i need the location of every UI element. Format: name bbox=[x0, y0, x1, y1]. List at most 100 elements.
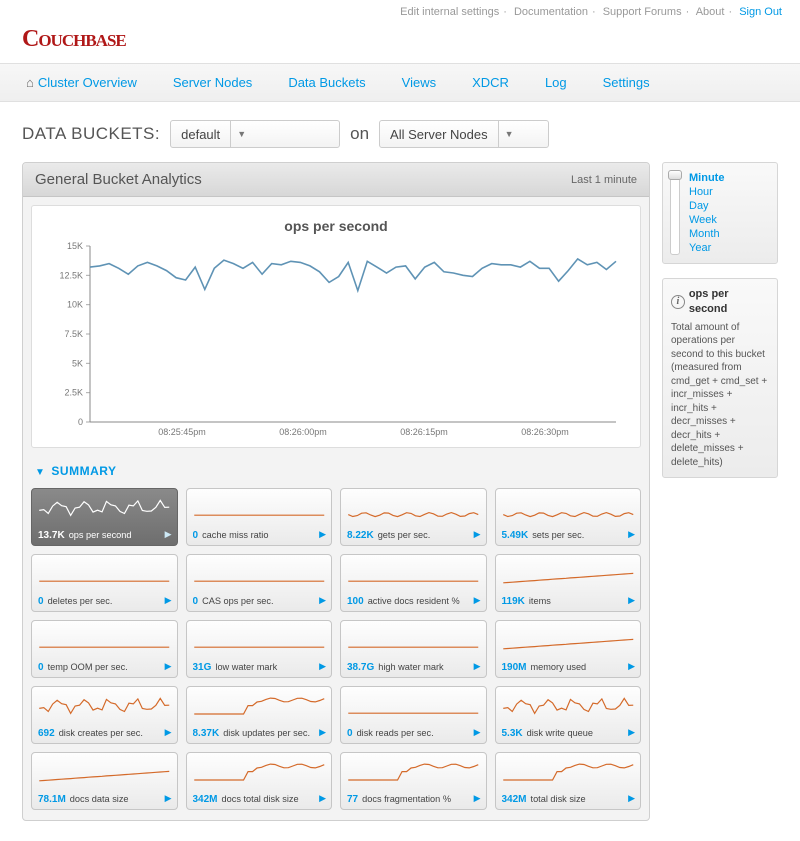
play-icon: ▶ bbox=[319, 661, 326, 672]
metric-label: docs total disk size bbox=[222, 794, 299, 804]
play-icon: ▶ bbox=[628, 661, 635, 672]
sparkline bbox=[500, 561, 637, 589]
svg-text:0: 0 bbox=[78, 417, 83, 427]
chevron-down-icon: ▼ bbox=[498, 121, 520, 147]
metric-label: low water mark bbox=[215, 662, 277, 672]
sparkline bbox=[36, 627, 173, 655]
nav-views[interactable]: Views bbox=[398, 64, 440, 101]
metric-label: cache miss ratio bbox=[202, 530, 268, 540]
sparkline bbox=[500, 627, 637, 655]
sparkline bbox=[500, 693, 637, 721]
metric-label: temp OOM per sec. bbox=[48, 662, 128, 672]
play-icon: ▶ bbox=[628, 529, 635, 540]
time-month[interactable]: Month bbox=[689, 227, 769, 241]
metric-value: 0 bbox=[193, 530, 199, 541]
metric-label: docs fragmentation % bbox=[362, 794, 451, 804]
metric-label: docs data size bbox=[70, 794, 129, 804]
time-range-label: Last 1 minute bbox=[571, 174, 637, 186]
play-icon: ▶ bbox=[628, 595, 635, 606]
metric-tile[interactable]: 0disk reads per sec.▶ bbox=[340, 686, 487, 744]
metric-value: 38.7G bbox=[347, 662, 374, 673]
chevron-down-icon: ▼ bbox=[230, 121, 252, 147]
support-link[interactable]: Support Forums bbox=[603, 6, 682, 18]
metric-value: 0 bbox=[38, 596, 44, 607]
metric-tile[interactable]: 8.37Kdisk updates per sec.▶ bbox=[186, 686, 333, 744]
time-granularity-box: Minute Hour Day Week Month Year bbox=[662, 162, 778, 264]
metric-tile[interactable]: 13.7Kops per second▶ bbox=[31, 488, 178, 546]
nav-settings[interactable]: Settings bbox=[599, 64, 654, 101]
summary-tiles: 13.7Kops per second▶0cache miss ratio▶8.… bbox=[23, 482, 649, 820]
edit-settings-link[interactable]: Edit internal settings bbox=[400, 6, 499, 18]
time-week[interactable]: Week bbox=[689, 213, 769, 227]
nav-log[interactable]: Log bbox=[541, 64, 571, 101]
bucket-selector-row: DATA BUCKETS: default ▼ on All Server No… bbox=[0, 102, 800, 162]
svg-text:2.5K: 2.5K bbox=[64, 388, 83, 398]
metric-tile[interactable]: 5.3Kdisk write queue▶ bbox=[495, 686, 642, 744]
metric-tile[interactable]: 0CAS ops per sec.▶ bbox=[186, 554, 333, 612]
metric-tile[interactable]: 190Mmemory used▶ bbox=[495, 620, 642, 678]
nav-data-buckets[interactable]: Data Buckets bbox=[284, 64, 369, 101]
svg-text:7.5K: 7.5K bbox=[64, 329, 83, 339]
metric-tile[interactable]: 8.22Kgets per sec.▶ bbox=[340, 488, 487, 546]
metric-info-body: Total amount of operations per second to… bbox=[671, 321, 769, 470]
metric-tile[interactable]: 119Kitems▶ bbox=[495, 554, 642, 612]
main-chart: ops per second 02.5K5K7.5K10K12.5K15K08:… bbox=[31, 205, 641, 448]
time-year[interactable]: Year bbox=[689, 241, 769, 255]
slider-track[interactable] bbox=[670, 171, 680, 255]
metric-tile[interactable]: 0temp OOM per sec.▶ bbox=[31, 620, 178, 678]
metric-label: ops per second bbox=[69, 530, 132, 540]
metric-tile[interactable]: 342Mdocs total disk size▶ bbox=[186, 752, 333, 810]
summary-header[interactable]: ▼SUMMARY bbox=[23, 456, 649, 482]
node-scope-dropdown[interactable]: All Server Nodes ▼ bbox=[379, 120, 549, 148]
metric-tile[interactable]: 38.7Ghigh water mark▶ bbox=[340, 620, 487, 678]
metric-tile[interactable]: 0deletes per sec.▶ bbox=[31, 554, 178, 612]
svg-text:15K: 15K bbox=[67, 241, 83, 251]
metric-value: 0 bbox=[347, 728, 353, 739]
sparkline bbox=[191, 759, 328, 787]
time-minute[interactable]: Minute bbox=[689, 171, 769, 185]
play-icon: ▶ bbox=[474, 727, 481, 738]
metric-value: 100 bbox=[347, 596, 364, 607]
logo: Couchbase bbox=[0, 24, 800, 63]
play-icon: ▶ bbox=[628, 793, 635, 804]
metric-tile[interactable]: 0cache miss ratio ▶ bbox=[186, 488, 333, 546]
metric-label: items bbox=[529, 596, 551, 606]
nav-cluster-overview[interactable]: ⌂Cluster Overview bbox=[22, 64, 141, 101]
play-icon: ▶ bbox=[474, 661, 481, 672]
time-hour[interactable]: Hour bbox=[689, 185, 769, 199]
sparkline bbox=[345, 561, 482, 589]
sign-out-link[interactable]: Sign Out bbox=[739, 6, 782, 18]
metric-label: CAS ops per sec. bbox=[202, 596, 274, 606]
metric-tile[interactable]: 5.49Ksets per sec.▶ bbox=[495, 488, 642, 546]
svg-text:10K: 10K bbox=[67, 300, 83, 310]
documentation-link[interactable]: Documentation bbox=[514, 6, 588, 18]
nav-server-nodes[interactable]: Server Nodes bbox=[169, 64, 256, 101]
play-icon: ▶ bbox=[165, 661, 172, 672]
data-buckets-label: DATA BUCKETS: bbox=[22, 124, 160, 144]
nav-xdcr[interactable]: XDCR bbox=[468, 64, 513, 101]
metric-label: active docs resident % bbox=[368, 596, 460, 606]
metric-tile[interactable]: 78.1Mdocs data size▶ bbox=[31, 752, 178, 810]
info-icon: i bbox=[671, 295, 685, 309]
triangle-down-icon: ▼ bbox=[35, 467, 45, 478]
metric-tile[interactable]: 342Mtotal disk size▶ bbox=[495, 752, 642, 810]
play-icon: ▶ bbox=[319, 529, 326, 540]
sparkline bbox=[345, 759, 482, 787]
metric-tile[interactable]: 692disk creates per sec.▶ bbox=[31, 686, 178, 744]
metric-label: memory used bbox=[531, 662, 587, 672]
svg-text:08:26:00pm: 08:26:00pm bbox=[279, 427, 327, 437]
sparkline bbox=[36, 561, 173, 589]
slider-knob[interactable] bbox=[668, 170, 682, 180]
metric-tile[interactable]: 77docs fragmentation %▶ bbox=[340, 752, 487, 810]
sparkline bbox=[36, 759, 173, 787]
bucket-dropdown[interactable]: default ▼ bbox=[170, 120, 340, 148]
metric-tile[interactable]: 100active docs resident %▶ bbox=[340, 554, 487, 612]
metric-value: 77 bbox=[347, 794, 358, 805]
metric-value: 78.1M bbox=[38, 794, 66, 805]
sparkline bbox=[36, 495, 173, 523]
time-day[interactable]: Day bbox=[689, 199, 769, 213]
metric-value: 0 bbox=[193, 596, 199, 607]
about-link[interactable]: About bbox=[696, 6, 725, 18]
metric-tile[interactable]: 31Glow water mark▶ bbox=[186, 620, 333, 678]
metric-value: 5.3K bbox=[502, 728, 523, 739]
